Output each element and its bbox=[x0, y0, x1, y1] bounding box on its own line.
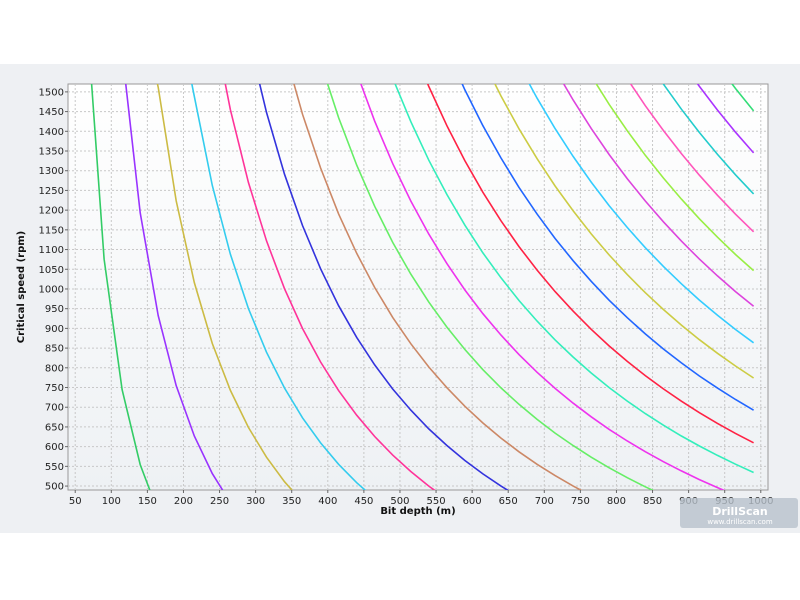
x-tick-label: 350 bbox=[282, 496, 301, 507]
y-tick-label: 950 bbox=[45, 304, 64, 315]
y-tick-label: 1250 bbox=[39, 186, 64, 197]
x-tick-label: 100 bbox=[102, 496, 121, 507]
y-tick-label: 600 bbox=[45, 442, 64, 453]
x-tick-label: 600 bbox=[463, 496, 482, 507]
y-tick-label: 1400 bbox=[39, 127, 64, 138]
critical-speed-series-21 bbox=[68, 64, 754, 70]
drillscan-logo: DrillScan www.drillscan.com bbox=[680, 498, 798, 528]
y-tick-label: 1000 bbox=[39, 284, 64, 295]
y-tick-label: 900 bbox=[45, 324, 64, 335]
y-tick-label: 1200 bbox=[39, 206, 64, 217]
x-tick-label: 150 bbox=[138, 496, 157, 507]
y-tick-label: 1450 bbox=[39, 107, 64, 118]
plot-area bbox=[67, 83, 769, 491]
y-tick-label: 700 bbox=[45, 403, 64, 414]
y-tick-label: 750 bbox=[45, 383, 64, 394]
y-tick-label: 1500 bbox=[39, 87, 64, 98]
y-tick-label: 550 bbox=[45, 462, 64, 473]
x-tick-label: 250 bbox=[210, 496, 229, 507]
critical-speed-chart: 50 100 150 200 250 300 350 400 450 500 550 600 650 70… bbox=[16, 64, 798, 528]
x-tick-label: 650 bbox=[499, 496, 518, 507]
x-tick-label: 700 bbox=[535, 496, 554, 507]
y-tick-label: 500 bbox=[45, 482, 64, 493]
logo-brand: DrillScan bbox=[712, 505, 768, 518]
y-tick-label: 650 bbox=[45, 422, 64, 433]
x-tick-label: 450 bbox=[354, 496, 373, 507]
chart-panel: 50 100 150 200 250 300 350 400 450 500 550 600 650 70… bbox=[0, 64, 800, 533]
y-tick-label: 1300 bbox=[39, 166, 64, 177]
x-tick-label: 850 bbox=[643, 496, 662, 507]
x-tick-label: 400 bbox=[318, 496, 337, 507]
y-tick-label: 800 bbox=[45, 363, 64, 374]
x-tick-label: 800 bbox=[607, 496, 626, 507]
y-tick-label: 1100 bbox=[39, 245, 64, 256]
y-tick-label: 1350 bbox=[39, 147, 64, 158]
x-axis-title: Bit depth (m) bbox=[380, 506, 455, 517]
x-tick-label: 200 bbox=[174, 496, 193, 507]
logo-url: www.drillscan.com bbox=[707, 518, 772, 526]
x-tick-label: 300 bbox=[246, 496, 265, 507]
y-tick-label: 850 bbox=[45, 344, 64, 355]
y-axis-title: Critical speed (rpm) bbox=[16, 231, 27, 343]
y-tick-label: 1150 bbox=[39, 225, 64, 236]
y-tick-label: 1050 bbox=[39, 265, 64, 276]
x-tick-label: 750 bbox=[571, 496, 590, 507]
x-tick-label: 50 bbox=[69, 496, 82, 507]
